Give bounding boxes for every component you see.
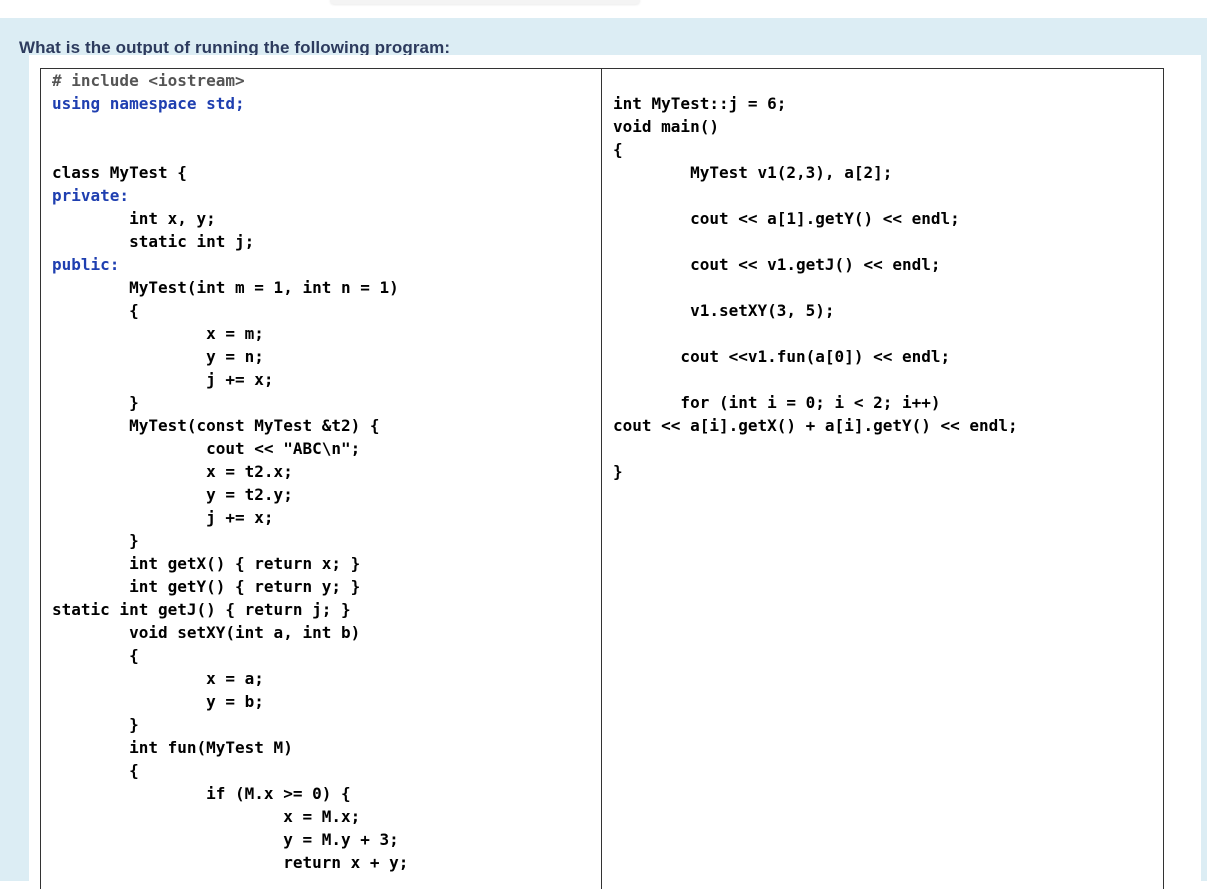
code-line: j += x; <box>52 370 274 389</box>
code-line: for (int i = 0; i < 2; i++) <box>613 393 941 412</box>
code-line: static int j; <box>52 232 255 251</box>
code-line: int getY() { return y; } <box>52 577 361 596</box>
code-line: x = M.x; <box>52 807 361 826</box>
code-line: { <box>52 301 139 320</box>
top-tab <box>330 0 640 4</box>
code-line: int getX() { return x; } <box>52 554 361 573</box>
code-line: int MyTest::j = 6; <box>613 94 787 113</box>
code-line: { <box>52 646 139 665</box>
code-line: } <box>613 462 623 481</box>
top-bar <box>0 0 1207 18</box>
code-line: y = n; <box>52 347 264 366</box>
code-line: if (M.x >= 0) { <box>52 784 351 803</box>
code-line: public: <box>52 255 120 274</box>
question-panel: What is the output of running the follow… <box>0 18 1207 889</box>
code-line: class MyTest { <box>52 163 187 182</box>
code-line: { <box>52 761 139 780</box>
code-line: MyTest v1(2,3), a[2]; <box>613 163 893 182</box>
code-line: using namespace std; <box>52 94 245 113</box>
column-divider <box>601 69 602 889</box>
code-table: # include <iostream> using namespace std… <box>40 68 1164 889</box>
code-line: cout <<v1.fun(a[0]) << endl; <box>613 347 951 366</box>
code-line: return x + y; <box>52 853 409 872</box>
code-line: cout << a[1].getY() << endl; <box>613 209 960 228</box>
code-line: static int getJ() { return j; } <box>52 600 351 619</box>
code-line: # include <iostream> <box>52 71 245 90</box>
code-line: x = m; <box>52 324 264 343</box>
code-line: } <box>52 715 139 734</box>
code-line: int fun(MyTest M) <box>52 738 293 757</box>
code-line: } <box>52 531 139 550</box>
code-line: MyTest(int m = 1, int n = 1) <box>52 278 399 297</box>
code-line: } <box>52 393 139 412</box>
code-line: void main() <box>613 117 719 136</box>
code-line: cout << "ABC\n"; <box>52 439 361 458</box>
code-line: cout << a[i].getX() + a[i].getY() << end… <box>613 416 1018 435</box>
code-line: y = t2.y; <box>52 485 293 504</box>
code-line: y = b; <box>52 692 264 711</box>
code-line: void setXY(int a, int b) <box>52 623 361 642</box>
code-line: cout << v1.getJ() << endl; <box>613 255 941 274</box>
code-line: v1.setXY(3, 5); <box>613 301 835 320</box>
code-line: private: <box>52 186 130 205</box>
code-line: MyTest(const MyTest &t2) { <box>52 416 380 435</box>
code-line: j += x; <box>52 508 274 527</box>
code-card: # include <iostream> using namespace std… <box>29 55 1201 889</box>
code-line: x = a; <box>52 669 264 688</box>
code-line: { <box>613 140 623 159</box>
code-line: y = M.y + 3; <box>52 830 399 849</box>
code-line: int x, y; <box>52 209 216 228</box>
code-line: x = t2.x; <box>52 462 293 481</box>
